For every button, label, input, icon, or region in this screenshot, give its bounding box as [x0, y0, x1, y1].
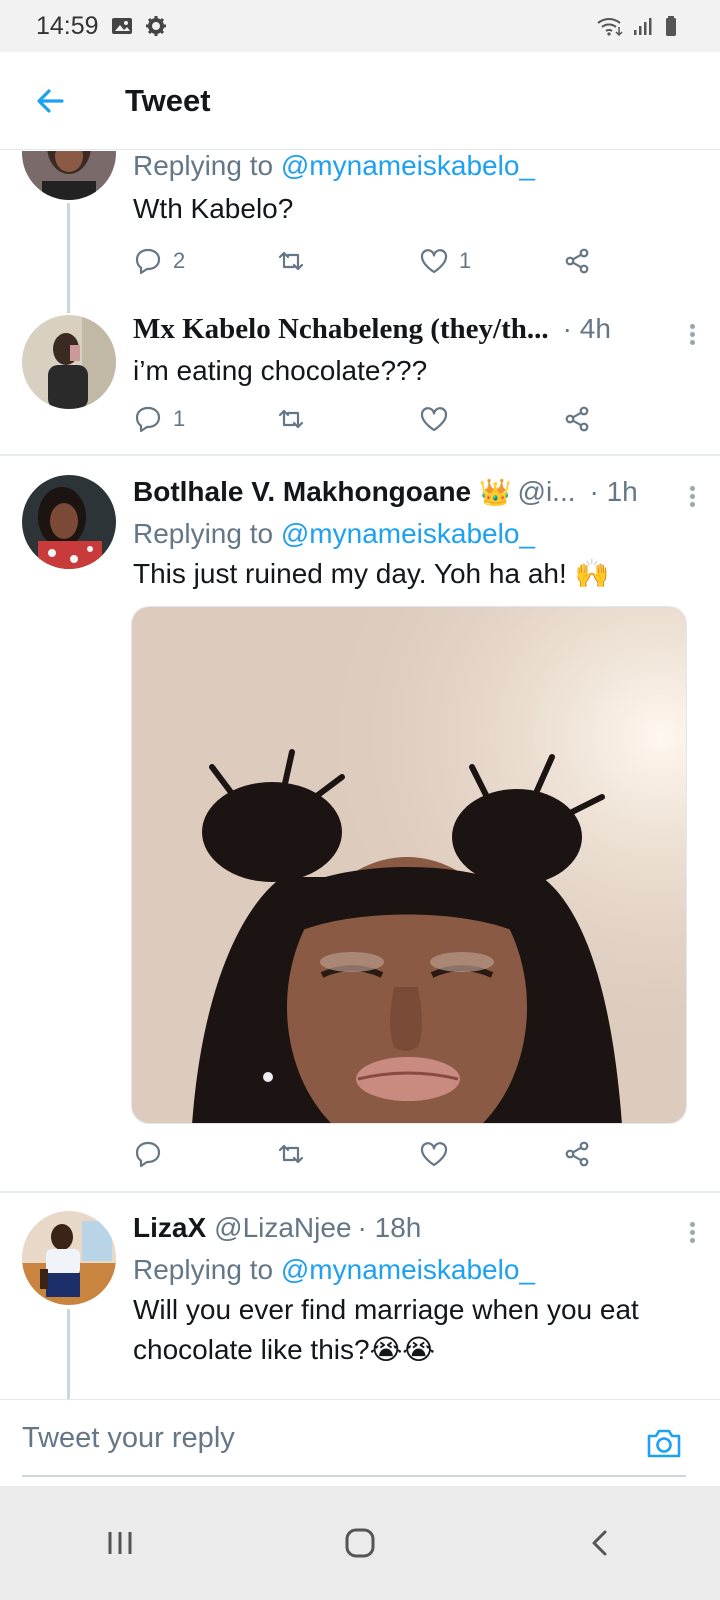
battery-icon [666, 16, 676, 36]
replying-to: Replying to @mynameiskabelo_ [133, 151, 535, 181]
avatar[interactable] [22, 475, 116, 569]
reply-input[interactable]: Tweet your reply [22, 1422, 235, 1455]
back-icon [592, 1530, 607, 1556]
retweet-button[interactable] [276, 241, 419, 281]
crown-emoji: 👑 [479, 477, 512, 507]
user-handle: @LizaNjee [214, 1212, 352, 1243]
recents-icon [108, 1532, 132, 1554]
tweet-time: · 1h [589, 476, 638, 507]
avatar[interactable] [22, 1211, 116, 1305]
divider [0, 1191, 720, 1193]
reply-button[interactable] [133, 1134, 276, 1174]
camera-button[interactable] [644, 1424, 684, 1464]
avatar[interactable] [22, 151, 116, 200]
tweet-text: This just ruined my day. Yoh ha ah! 🙌 [133, 558, 610, 589]
share-icon [565, 406, 589, 432]
tweet[interactable]: Mx Kabelo Nchabeleng (they/th... · 4h i’… [0, 311, 720, 454]
mention-link[interactable]: @mynameiskabelo_ [281, 151, 535, 181]
more-options-button[interactable] [682, 479, 702, 513]
mention-link[interactable]: @mynameiskabelo_ [281, 1254, 535, 1285]
retweet-button[interactable] [276, 399, 419, 439]
tweet-header: Botlhale V. Makhongoane 👑 @i... · 1h [133, 476, 703, 514]
signal-icon [634, 18, 652, 35]
display-name[interactable]: Mx Kabelo Nchabeleng (they/th... [133, 313, 549, 346]
reply-underline [22, 1475, 686, 1477]
tweet-feed[interactable]: Replying to @mynameiskabelo_ Wth Kabelo?… [0, 151, 720, 1427]
home-icon [345, 1528, 375, 1558]
user-handle: @i... [517, 476, 576, 507]
more-options-button[interactable] [682, 317, 702, 351]
tweet-text: i’m eating chocolate??? [133, 355, 428, 386]
replying-to: Replying to @mynameiskabelo_ [133, 1254, 535, 1285]
recents-button[interactable] [60, 1503, 180, 1583]
tweet-text: Will you ever find marriage when you eat… [133, 1294, 639, 1365]
page-title: Tweet [125, 82, 211, 118]
mention-link[interactable]: @mynameiskabelo_ [281, 518, 535, 549]
nav-back-button[interactable] [540, 1503, 660, 1583]
display-name[interactable]: LizaX [133, 1212, 206, 1244]
reply-icon [135, 248, 161, 275]
back-button[interactable] [20, 71, 80, 131]
share-button[interactable] [562, 399, 592, 439]
like-button[interactable]: 1 [419, 241, 562, 281]
reply-button[interactable]: 2 [133, 241, 276, 281]
reply-button[interactable]: 1 [133, 399, 276, 439]
status-time: 14:59 [36, 11, 99, 40]
display-name[interactable]: Botlhale V. Makhongoane [133, 476, 471, 508]
image-icon [111, 18, 132, 34]
back-arrow-icon [37, 88, 64, 113]
home-button[interactable] [300, 1503, 420, 1583]
reply-icon [135, 406, 161, 433]
reply-count: 1 [173, 406, 186, 431]
tweet-time: · 4h [562, 313, 611, 344]
reply-count: 2 [173, 248, 186, 273]
like-button[interactable] [419, 399, 562, 439]
tweet-photo[interactable] [131, 606, 687, 1124]
like-button[interactable] [419, 1134, 562, 1174]
share-icon [565, 1141, 589, 1167]
reply-composer: Tweet your reply [0, 1399, 720, 1485]
divider [0, 454, 720, 456]
tweet[interactable]: Botlhale V. Makhongoane 👑 @i... · 1h Rep… [0, 461, 720, 1191]
tweet-text: Wth Kabelo? [133, 193, 294, 224]
share-button[interactable] [562, 241, 592, 281]
retweet-icon [278, 251, 304, 271]
system-nav-bar [0, 1486, 720, 1600]
more-options-button[interactable] [682, 1215, 702, 1249]
retweet-icon [278, 409, 304, 429]
retweet-button[interactable] [276, 1134, 419, 1174]
replying-to: Replying to @mynameiskabelo_ [133, 518, 535, 549]
retweet-icon [278, 1144, 304, 1164]
wifi-icon [597, 18, 623, 37]
gear-icon [145, 16, 166, 36]
tweet-header: Mx Kabelo Nchabeleng (they/th... · 4h [133, 313, 703, 351]
reply-icon [135, 1141, 161, 1168]
avatar[interactable] [22, 315, 116, 409]
heart-icon [420, 249, 448, 274]
heart-icon [420, 1142, 448, 1167]
camera-icon [647, 1429, 681, 1458]
status-bar: 14:59 [0, 0, 720, 52]
header: Tweet [0, 52, 720, 150]
tweet[interactable]: LizaX @LizaNjee · 18h Replying to @mynam… [0, 1197, 720, 1427]
tweet-header: LizaX @LizaNjee · 18h [133, 1212, 703, 1250]
heart-icon [420, 407, 448, 432]
tweet-time: · 18h [357, 1212, 422, 1243]
share-button[interactable] [562, 1134, 592, 1174]
like-count: 1 [459, 248, 472, 273]
thread-line [67, 203, 70, 313]
share-icon [565, 248, 589, 274]
